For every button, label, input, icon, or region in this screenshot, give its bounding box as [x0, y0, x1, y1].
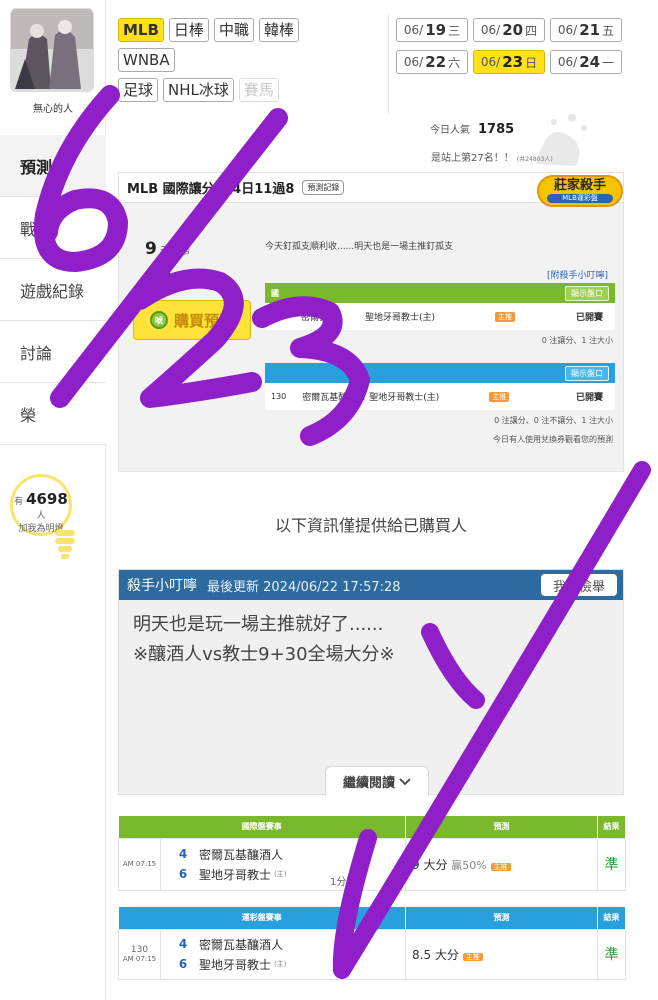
killer-badge: 莊家殺手 MLB運彩盤	[537, 175, 623, 207]
main-pick-tag-3: 主推	[490, 862, 511, 871]
intl-results-header: 國際盤賽事 預測 結果	[118, 816, 626, 838]
read-more-button[interactable]: 繼續閱讀	[325, 766, 429, 796]
league-cpbl[interactable]: 中職	[213, 18, 254, 42]
date-0624[interactable]: 06/24 一	[550, 50, 622, 74]
report-button[interactable]: 我要檢舉	[541, 574, 617, 596]
fan-lightbulb[interactable]: 有 4698 人 加我為明燈	[10, 474, 72, 536]
sports-bet-summary: 0 注讓分、0 注不讓分、1 注大小	[265, 411, 615, 430]
intl-bet-summary: 0 注讓分、1 注大小	[265, 331, 615, 350]
table-row: AM 07:15 4 密爾瓦基釀酒人 6 聖地牙哥教士 (主) 9 大分 贏50% 主…	[118, 837, 626, 891]
popularity-label: 今日人氣	[430, 125, 470, 136]
matchup: 4 密爾瓦基釀酒人 6 聖地牙哥教士 (主)	[160, 837, 406, 891]
sports-mini-table: 顯示盤口 130 密爾瓦基釀酒人 聖地牙哥教士(主) 主推 已開賽 0 注讓分、…	[265, 363, 615, 449]
rank-text: 是站上第27名！！ (共24803人)	[431, 153, 553, 164]
tip-body: 明天也是玩一場主推就好了...... ※釀酒人vs教士9+30全場大分※	[119, 600, 623, 680]
prediction-card: MLB 國際讓分 近4日11過8 預測記錄 莊家殺手 MLB運彩盤 9 元唬幣 …	[118, 172, 624, 472]
popularity-value: 1785	[478, 122, 515, 137]
tip-updated: 最後更新 2024/06/22 17:57:28	[207, 579, 401, 595]
avatar-image	[11, 9, 93, 91]
league-nhl[interactable]: NHL冰球	[163, 78, 234, 102]
league-soccer[interactable]: 足球	[118, 78, 159, 102]
date-0623[interactable]: 06/23 日	[473, 50, 545, 74]
date-0621[interactable]: 06/21 五	[550, 18, 622, 42]
sports-header-pick: 預測	[405, 907, 598, 929]
show-odds-button-2[interactable]: 顯示盤口	[565, 365, 609, 381]
fans-prefix: 有	[14, 497, 24, 507]
pick-cell: 9 大分 贏50% 主推	[405, 837, 598, 891]
intl-mini-table: 國 顯示盤口 密爾瓦基 聖地牙哥教士(主) 主推 已開賽 0 注讓分、1 注大小	[265, 283, 615, 350]
prediction-record-button[interactable]: 預測記錄	[302, 180, 345, 195]
date-0619[interactable]: 06/19 三	[396, 18, 468, 42]
buy-prediction-button[interactable]: 唬 購買預測	[133, 300, 251, 340]
fans-count: 4698	[26, 490, 68, 508]
date-0620[interactable]: 06/20 四	[473, 18, 545, 42]
nav-item-discussion[interactable]: 討論	[0, 321, 106, 383]
intl-mini-row: 密爾瓦基 聖地牙哥教士(主) 主推 已開賽	[265, 303, 615, 331]
rank-total: (共24803人)	[516, 156, 553, 163]
main-pick-tag: 主推	[495, 311, 516, 322]
intl-header-result: 結果	[597, 816, 626, 838]
show-odds-button[interactable]: 顯示盤口	[565, 285, 609, 301]
killer-badge-sub: MLB運彩盤	[547, 194, 613, 203]
buyers-only-notice: 以下資訊僅提供給已購買人	[274, 516, 467, 535]
league-kbo[interactable]: 韓棒	[258, 18, 299, 42]
game-num-time: 130 AM 07:15	[118, 928, 161, 980]
game-started: 已開賽	[575, 313, 603, 323]
date-selector: 06/19 三 06/20 四 06/21 五 06/22 六 06/23 日 06/24…	[396, 18, 624, 74]
popularity: 今日人氣 1785	[430, 121, 514, 137]
result-cell: 準	[597, 928, 626, 980]
league-wnba[interactable]: WNBA	[118, 48, 175, 72]
league-mlb[interactable]: MLB	[118, 18, 164, 42]
coin-icon: 唬	[149, 311, 168, 329]
game-time: AM 07:15	[118, 837, 161, 891]
nav-item-predictions[interactable]: 預測	[0, 135, 106, 197]
avatar[interactable]	[10, 8, 94, 92]
league-npb[interactable]: 日棒	[168, 18, 209, 42]
league-filter: MLB 日棒 中職 韓棒 WNBA 足球 NHL冰球 賽馬	[118, 18, 388, 108]
chevron-down-icon	[399, 777, 411, 785]
main-content: MLB 日棒 中職 韓棒 WNBA 足球 NHL冰球 賽馬 06/19 三 06/…	[106, 0, 658, 1000]
killer-tip-box: 殺手小叮嚀 最後更新 2024/06/22 17:57:28 我要檢舉 明天也是…	[118, 569, 624, 796]
tip-link[interactable]: [附殺手小叮嚀]	[547, 268, 608, 281]
intl-header-game: 國際盤賽事	[118, 816, 406, 838]
sidebar-nav: 預測 戰 遊戲紀錄 討論 榮	[0, 135, 106, 445]
main-pick-tag-4: 主推	[462, 952, 483, 961]
buyers-count: 23 人購買	[155, 270, 205, 284]
tip-line-2: ※釀酒人vs教士9+30全場大分※	[133, 644, 395, 665]
intl-header-pick: 預測	[405, 816, 598, 838]
win-margin: 1分贏	[330, 877, 357, 888]
lightbulb-icon	[55, 530, 75, 559]
pick-cell: 8.5 大分 主推	[405, 928, 598, 980]
intl-mini-header: 國 顯示盤口	[265, 283, 615, 303]
nav-item-record[interactable]: 戰	[0, 197, 106, 259]
price: 9 元唬幣	[145, 239, 191, 259]
sports-header-result: 結果	[597, 907, 626, 929]
tip-title: 殺手小叮嚀	[127, 578, 197, 594]
sidebar: 無心的人 預測 戰 遊戲紀錄 討論 榮 有 4698 人 加我為明燈	[0, 0, 106, 1000]
voucher-notice: 今日有人使用兌換券觀看您的預測	[265, 430, 615, 449]
date-0622[interactable]: 06/22 六	[396, 50, 468, 74]
sports-header-game: 運彩盤賽事	[118, 907, 406, 929]
card-note: 今天釘孤支順利收......明天也是一場主推釘孤支	[265, 242, 454, 252]
table-row: 130 AM 07:15 4 密爾瓦基釀酒人 6 聖地牙哥教士 (主) 8.5 大分 …	[118, 928, 626, 980]
fans-suffix: 人	[36, 511, 46, 521]
sports-mini-header: 顯示盤口	[265, 363, 615, 383]
main-pick-tag-2: 主推	[489, 391, 510, 402]
divider	[388, 14, 389, 114]
nav-item-honors[interactable]: 榮	[0, 383, 106, 445]
nav-item-game-history[interactable]: 遊戲紀錄	[0, 259, 106, 321]
intl-results-table: 國際盤賽事 預測 結果 AM 07:15 4 密爾瓦基釀酒人 6 聖地牙哥教士 (主)…	[118, 816, 626, 891]
league-horse-racing: 賽馬	[238, 78, 279, 102]
username[interactable]: 無心的人	[0, 100, 106, 115]
game-started-2: 已開賽	[575, 393, 603, 403]
sports-results-table: 運彩盤賽事 預測 結果 130 AM 07:15 4 密爾瓦基釀酒人 6 聖地牙哥教…	[118, 907, 626, 980]
result-cell: 準	[597, 837, 626, 891]
sports-results-header: 運彩盤賽事 預測 結果	[118, 907, 626, 929]
sports-mini-row: 130 密爾瓦基釀酒人 聖地牙哥教士(主) 主推 已開賽	[265, 383, 615, 411]
tip-line-1: 明天也是玩一場主推就好了......	[133, 614, 384, 635]
card-title: MLB 國際讓分 近4日11過8	[127, 182, 295, 197]
matchup: 4 密爾瓦基釀酒人 6 聖地牙哥教士 (主)	[160, 928, 406, 980]
